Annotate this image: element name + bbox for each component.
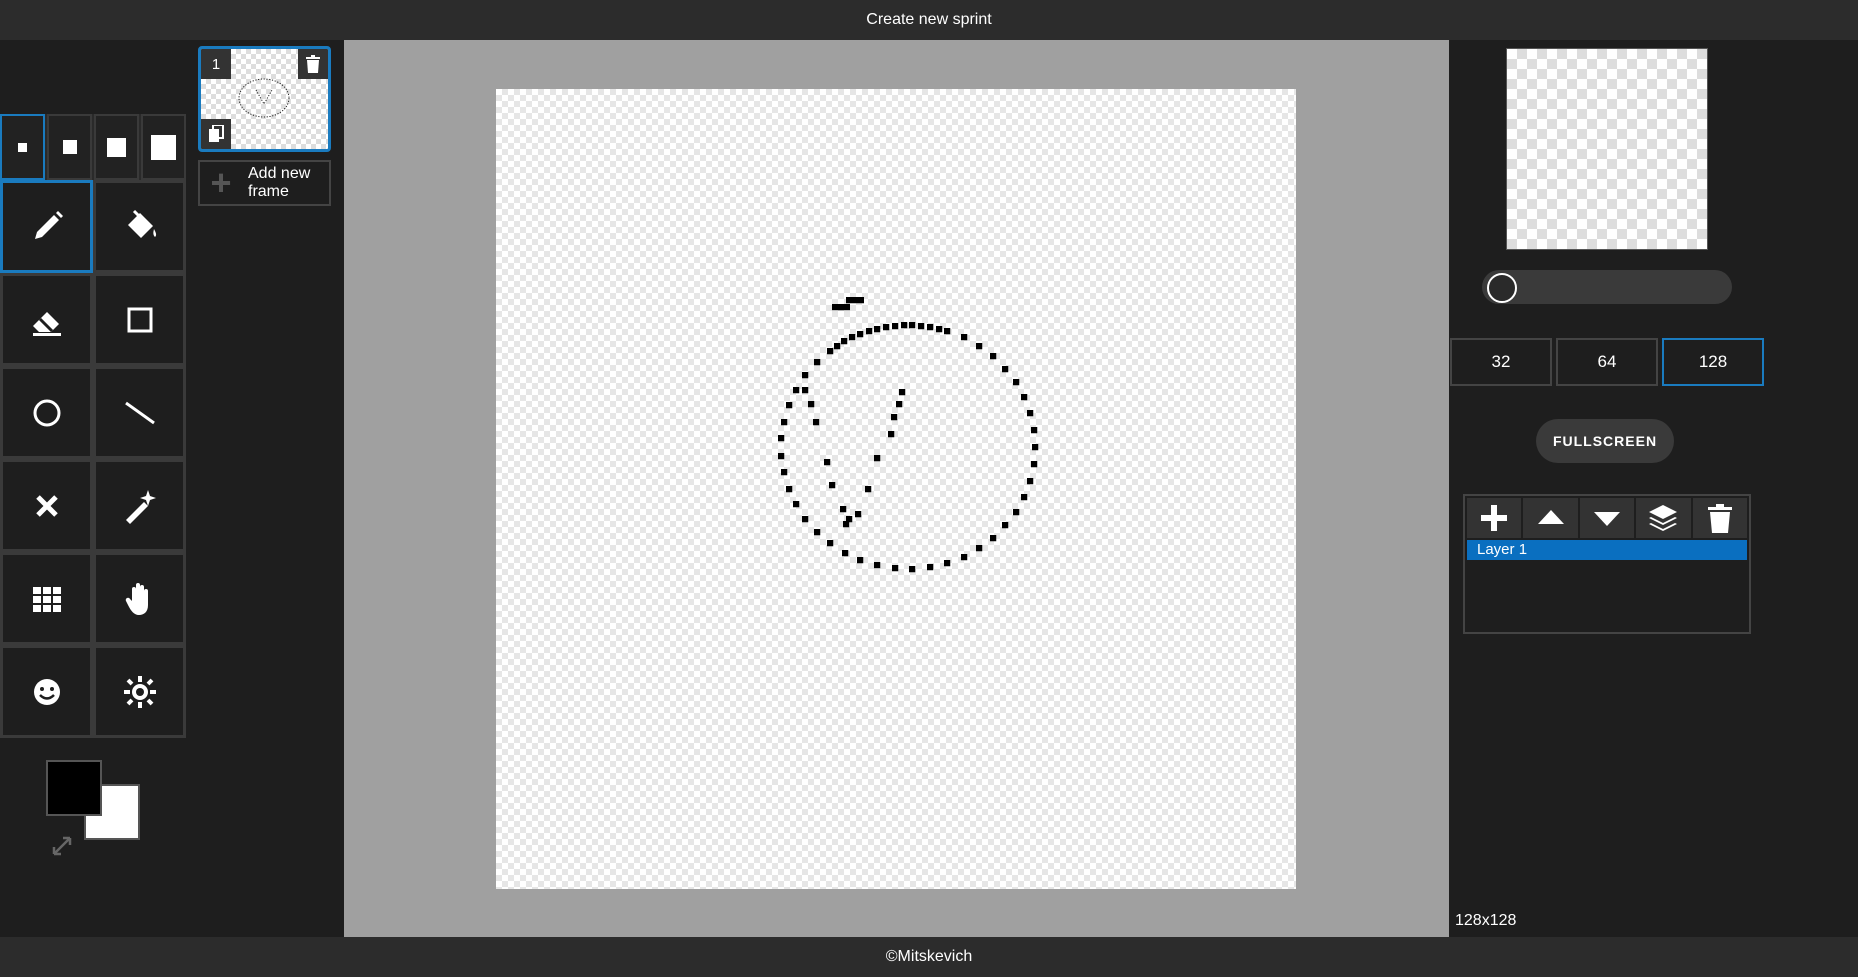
resolution-32-button[interactable]: 32	[1450, 338, 1552, 386]
duplicate-frame-button[interactable]	[201, 119, 231, 149]
resolution-64-button[interactable]: 64	[1556, 338, 1658, 386]
eraser-tool[interactable]	[0, 273, 93, 366]
eraser-icon	[32, 311, 61, 336]
brush-size-dot-icon	[18, 142, 27, 152]
footer-bar: ©Mitskevich	[0, 937, 1858, 977]
brightness-tool[interactable]	[93, 645, 186, 738]
merge-layers-button[interactable]	[1636, 498, 1691, 538]
top-bar: Create new sprint	[0, 0, 1858, 40]
circle-tool[interactable]	[0, 366, 93, 459]
paint-bucket-icon	[127, 209, 156, 238]
magic-wand-tool[interactable]	[93, 459, 186, 552]
trash-icon	[306, 55, 320, 73]
grid-icon	[32, 586, 61, 612]
primary-color-swatch[interactable]	[46, 760, 102, 816]
layer-toolbar	[1465, 496, 1749, 540]
layers-panel: Layer 1	[1463, 494, 1751, 634]
layer-item[interactable]: Layer 1	[1467, 540, 1747, 560]
canvas-drawing	[778, 297, 1039, 573]
add-layer-button[interactable]	[1467, 498, 1522, 538]
trash-icon	[1707, 504, 1732, 533]
frame-thumbnail[interactable]: 1	[198, 46, 331, 152]
brush-size-1-button[interactable]	[0, 114, 45, 180]
brush-size-3-button[interactable]	[94, 114, 139, 180]
add-frame-label: Add new frame	[248, 165, 311, 200]
move-layer-down-button[interactable]	[1579, 498, 1635, 538]
pencil-icon	[34, 210, 63, 239]
add-frame-button[interactable]: + Add new frame	[198, 160, 331, 206]
clear-tool[interactable]	[0, 459, 93, 552]
delete-layer-button[interactable]	[1692, 498, 1748, 538]
color-swatches	[44, 758, 144, 858]
canvas-dimensions: 128x128	[1455, 912, 1517, 929]
brush-size-row	[0, 114, 186, 180]
brush-size-dot-icon	[62, 140, 77, 154]
caret-up-icon	[1537, 510, 1564, 524]
fill-tool[interactable]	[93, 180, 186, 273]
circle-icon	[33, 399, 60, 426]
caret-down-icon	[1594, 512, 1621, 526]
resolution-options: 32 64 128	[1450, 338, 1766, 386]
tool-palette	[0, 180, 186, 738]
copyright-text: ©Mitskevich	[885, 948, 973, 965]
brush-size-4-button[interactable]	[141, 114, 186, 180]
line-icon	[124, 401, 155, 424]
copy-icon	[209, 125, 224, 142]
square-icon	[127, 307, 152, 332]
slider-knob[interactable]	[1487, 273, 1517, 303]
pencil-tool[interactable]	[0, 180, 93, 273]
brush-size-dot-icon	[107, 137, 126, 157]
smiley-icon	[33, 678, 60, 705]
fullscreen-button[interactable]: FULLSCREEN	[1536, 419, 1674, 463]
preview-speed-slider[interactable]	[1482, 270, 1732, 304]
frame-number: 1	[201, 49, 231, 79]
plus-icon	[1481, 505, 1508, 531]
emoji-tool[interactable]	[0, 645, 93, 738]
app-title: Create new sprint	[866, 11, 992, 28]
rectangle-tool[interactable]	[93, 273, 186, 366]
line-tool[interactable]	[93, 366, 186, 459]
sun-icon	[123, 675, 156, 708]
sprite-preview	[1506, 48, 1708, 250]
close-icon	[35, 494, 58, 517]
magic-wand-icon	[125, 489, 156, 524]
layers-icon	[1649, 505, 1678, 531]
plus-icon: +	[210, 162, 232, 203]
move-layer-up-button[interactable]	[1523, 498, 1578, 538]
resolution-128-button[interactable]: 128	[1662, 338, 1764, 386]
swap-colors-icon[interactable]	[50, 834, 74, 858]
canvas-workspace	[344, 40, 1449, 937]
pan-tool[interactable]	[93, 552, 186, 645]
brush-size-dot-icon	[151, 134, 176, 160]
brush-size-2-button[interactable]	[47, 114, 92, 180]
drawing-canvas[interactable]	[496, 89, 1296, 889]
grid-tool[interactable]	[0, 552, 93, 645]
hand-icon	[125, 582, 148, 615]
delete-frame-button[interactable]	[298, 49, 328, 79]
